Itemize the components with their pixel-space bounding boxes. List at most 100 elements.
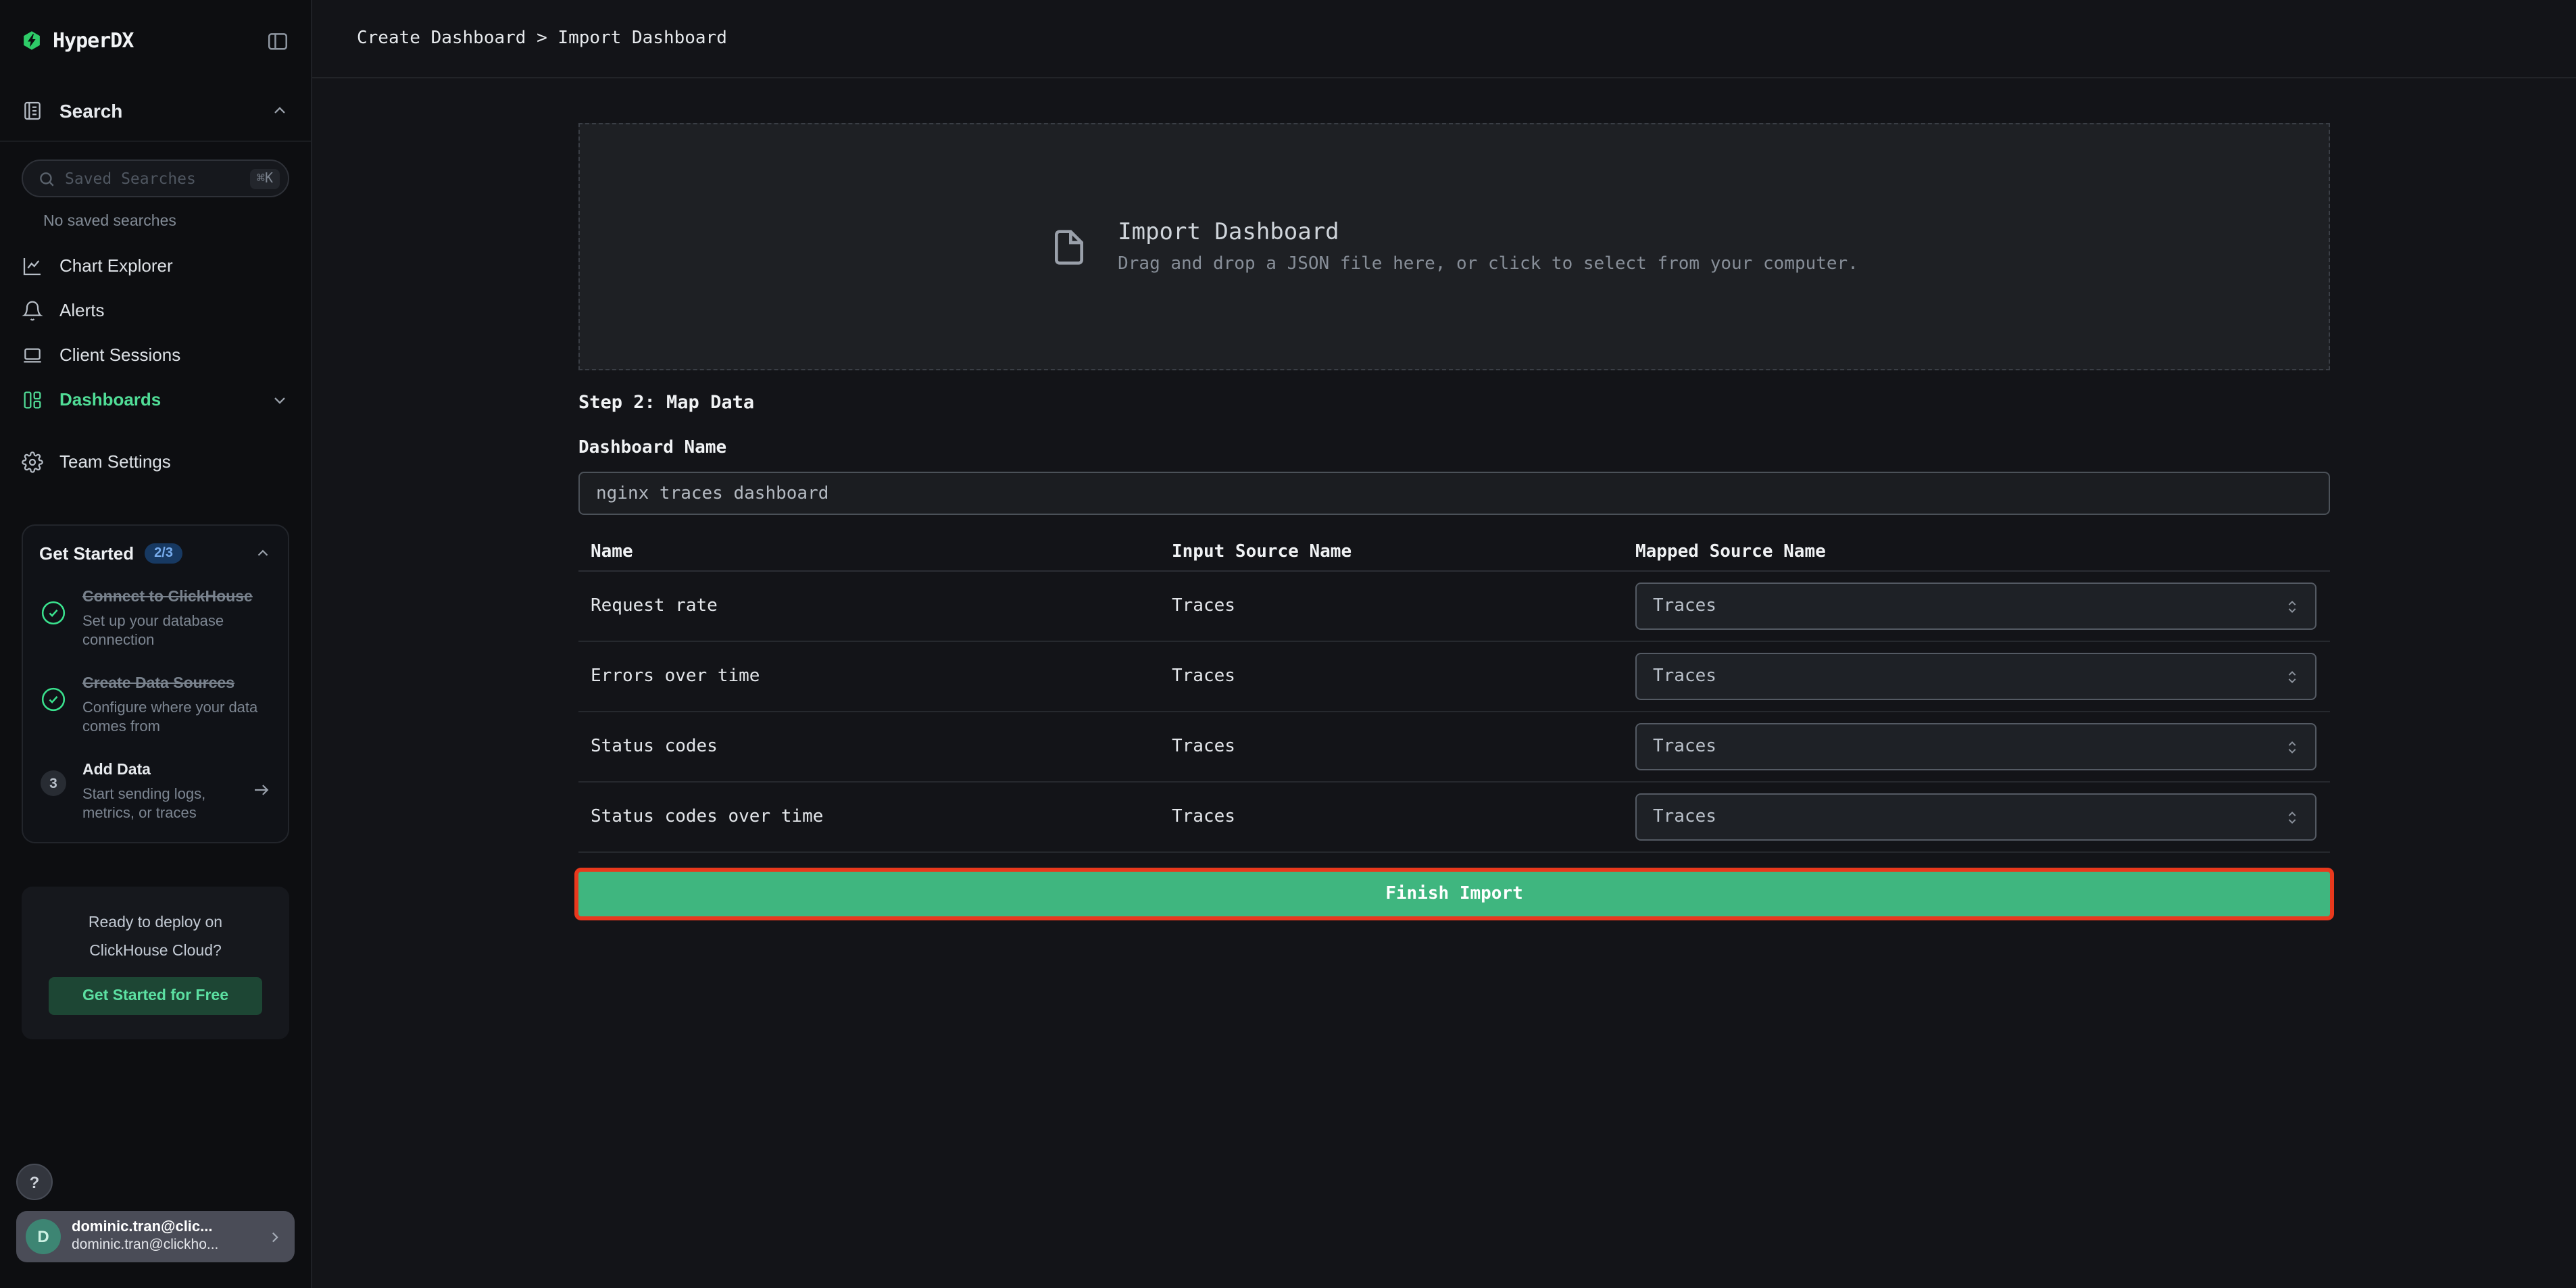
mapping-table-header: Name Input Source Name Mapped Source Nam…: [578, 532, 2330, 572]
progress-badge: 2/3: [145, 543, 182, 564]
get-started-step-data-sources[interactable]: Create Data Sources Configure where your…: [39, 670, 272, 737]
selected-source: Traces: [1653, 807, 1716, 827]
chevron-right-icon: [266, 1228, 284, 1245]
file-icon: [1050, 224, 1088, 270]
chevron-up-down-icon: [2283, 737, 2302, 756]
arrow-right-icon: [246, 757, 272, 823]
saved-searches-input[interactable]: [65, 169, 241, 188]
sidebar-item-label: Client Sessions: [59, 345, 289, 365]
mapped-source-select[interactable]: Traces: [1635, 653, 2317, 700]
shortcut-badge: ⌘K: [250, 168, 280, 189]
input-source-cell: Traces: [1172, 807, 1635, 827]
deploy-text-line2: ClickHouse Cloud?: [49, 939, 262, 967]
saved-searches-box[interactable]: ⌘K: [22, 159, 289, 197]
panel-toggle-icon: [266, 29, 289, 52]
sidebar-nav: Chart Explorer Alerts Client Sessions: [0, 243, 311, 484]
table-row: Status codes Traces Traces: [578, 712, 2330, 783]
user-email: dominic.tran@clickho...: [72, 1237, 266, 1255]
step-title: Add Data: [82, 762, 151, 778]
sidebar-item-label: Dashboards: [59, 389, 270, 410]
step-number: 3: [41, 770, 66, 796]
column-header-name: Name: [591, 541, 1172, 562]
sidebar-item-client-sessions[interactable]: Client Sessions: [0, 332, 311, 377]
selected-source: Traces: [1653, 666, 1716, 687]
avatar: D: [26, 1219, 61, 1254]
step-description: Set up your database connection: [82, 612, 272, 650]
get-started-step-add-data[interactable]: 3 Add Data Start sending logs, metrics, …: [39, 757, 272, 823]
page-header: Create Dashboard > Import Dashboard: [312, 0, 2576, 78]
search-icon: [38, 170, 55, 187]
column-header-input-source: Input Source Name: [1172, 541, 1635, 562]
sidebar-item-alerts[interactable]: Alerts: [0, 288, 311, 332]
help-button[interactable]: ?: [16, 1164, 53, 1200]
import-dashboard-content: Import Dashboard Drag and drop a JSON fi…: [578, 78, 2330, 916]
sidebar-item-label: Alerts: [59, 300, 289, 320]
step-number-circle: 3: [39, 757, 68, 823]
json-dropzone[interactable]: Import Dashboard Drag and drop a JSON fi…: [578, 123, 2330, 370]
input-source-cell: Traces: [1172, 596, 1635, 616]
chevron-up-icon: [270, 101, 289, 120]
laptop-icon: [22, 344, 43, 366]
get-started-free-button[interactable]: Get Started for Free: [49, 978, 262, 1016]
table-row: Errors over time Traces Traces: [578, 642, 2330, 712]
no-saved-searches-text: No saved searches: [0, 214, 311, 230]
chart-name-cell: Errors over time: [591, 666, 1172, 687]
get-started-title: Get Started: [39, 543, 134, 564]
user-name: dominic.tran@clic...: [72, 1218, 266, 1237]
deploy-text-line1: Ready to deploy on: [49, 910, 262, 939]
nav-divider-gap: [0, 422, 311, 439]
step-description: Configure where your data comes from: [82, 698, 272, 737]
sidebar: HyperDX Search: [0, 0, 312, 1288]
step-2-title: Step 2: Map Data: [578, 392, 2330, 414]
chevron-down-icon: [270, 390, 289, 409]
bell-icon: [22, 299, 43, 321]
check-circle-icon: [39, 584, 68, 650]
sidebar-header: HyperDX: [0, 0, 311, 81]
check-circle-icon: [39, 670, 68, 737]
step-title: Connect to ClickHouse: [82, 589, 253, 605]
get-started-card: Get Started 2/3 Connect to ClickHouse Se…: [22, 524, 289, 844]
chevron-up-down-icon: [2283, 808, 2302, 826]
app-title: HyperDX: [53, 28, 133, 53]
column-header-mapped-source: Mapped Source Name: [1635, 541, 2330, 562]
table-row: Status codes over time Traces Traces: [578, 783, 2330, 853]
sidebar-item-label: Chart Explorer: [59, 255, 289, 276]
get-started-header[interactable]: Get Started 2/3: [39, 543, 272, 564]
breadcrumb: Create Dashboard > Import Dashboard: [357, 28, 727, 49]
mapped-source-select[interactable]: Traces: [1635, 583, 2317, 630]
sidebar-item-dashboards[interactable]: Dashboards: [0, 377, 311, 422]
chevron-up-down-icon: [2283, 667, 2302, 686]
hyperdx-hexagon-bolt-icon: [22, 30, 42, 51]
app-logo[interactable]: HyperDX: [22, 28, 266, 53]
journal-icon: [22, 100, 43, 122]
user-menu[interactable]: D dominic.tran@clic... dominic.tran@clic…: [16, 1211, 295, 1262]
line-chart-icon: [22, 255, 43, 276]
chart-name-cell: Status codes: [591, 737, 1172, 757]
table-row: Request rate Traces Traces: [578, 572, 2330, 642]
gear-icon: [22, 451, 43, 472]
chart-name-cell: Status codes over time: [591, 807, 1172, 827]
sidebar-item-chart-explorer[interactable]: Chart Explorer: [0, 243, 311, 288]
sidebar-item-team-settings[interactable]: Team Settings: [0, 439, 311, 484]
step-description: Start sending logs, metrics, or traces: [82, 785, 246, 823]
mapped-source-select[interactable]: Traces: [1635, 793, 2317, 841]
dashboard-name-input[interactable]: [578, 472, 2330, 515]
sidebar-item-label: Team Settings: [59, 451, 289, 472]
chevron-up-icon: [254, 545, 272, 562]
finish-import-button[interactable]: Finish Import: [578, 872, 2330, 916]
hyperdx-app: HyperDX Search: [0, 0, 2576, 1288]
selected-source: Traces: [1653, 737, 1716, 757]
step-title: Create Data Sources: [82, 676, 234, 692]
sidebar-section-search[interactable]: Search: [0, 81, 311, 142]
dropzone-title: Import Dashboard: [1118, 219, 1858, 246]
search-section-label: Search: [59, 100, 270, 122]
get-started-step-connect[interactable]: Connect to ClickHouse Set up your databa…: [39, 584, 272, 650]
dashboard-name-label: Dashboard Name: [578, 438, 2330, 460]
input-source-cell: Traces: [1172, 666, 1635, 687]
dropzone-subtitle: Drag and drop a JSON file here, or click…: [1118, 254, 1858, 274]
selected-source: Traces: [1653, 596, 1716, 616]
sidebar-collapse-button[interactable]: [266, 29, 289, 52]
input-source-cell: Traces: [1172, 737, 1635, 757]
chevron-up-down-icon: [2283, 597, 2302, 616]
mapped-source-select[interactable]: Traces: [1635, 723, 2317, 770]
